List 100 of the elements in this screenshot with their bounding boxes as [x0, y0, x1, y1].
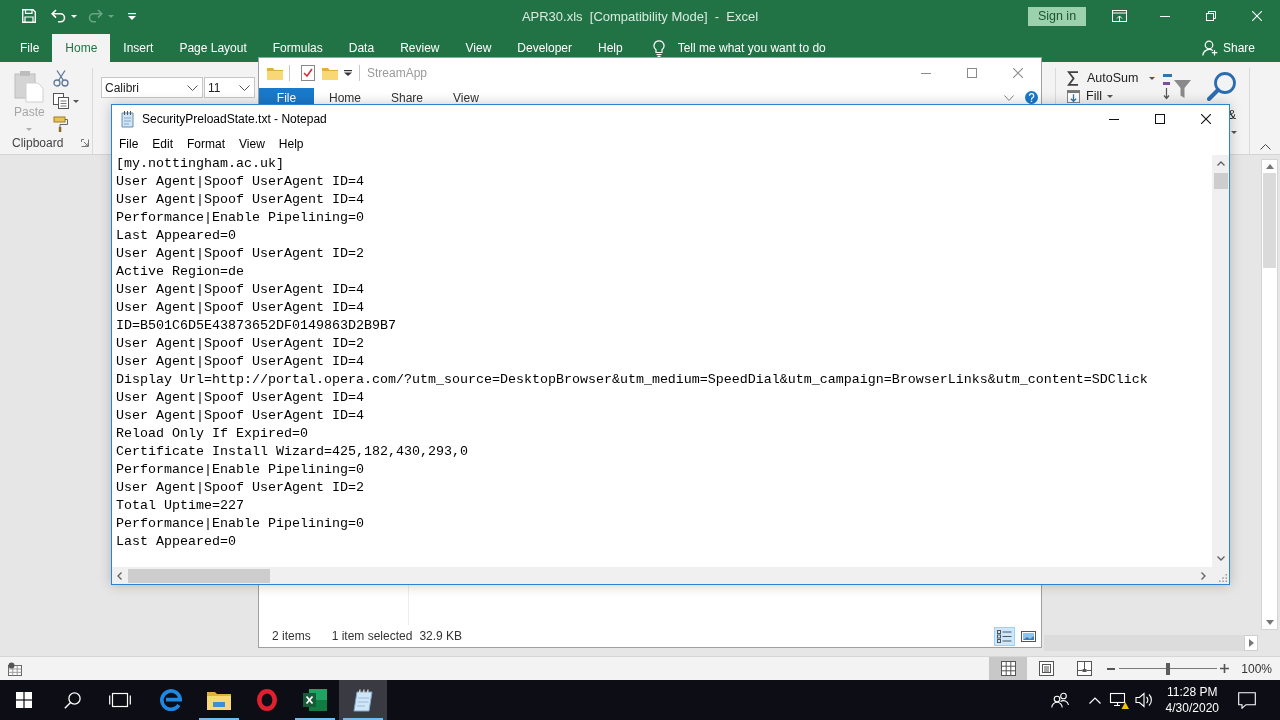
scrollbar-thumb[interactable] — [128, 568, 270, 583]
group-label: Clipboard — [12, 136, 64, 150]
font-size-field[interactable]: 11 — [204, 77, 255, 98]
fill-button[interactable]: Fill — [1067, 90, 1162, 103]
text-line: Performance|Enable Pipelining=0 — [116, 209, 364, 227]
menu-item[interactable]: Edit — [145, 137, 181, 151]
ribbon-tab[interactable]: Developer — [504, 39, 585, 57]
text-line: User Agent|Spoof UserAgent ID=4 — [116, 173, 364, 191]
resize-grip-icon[interactable] — [1219, 574, 1227, 582]
view-button[interactable] — [994, 626, 1015, 646]
text-line: User Agent|Spoof UserAgent ID=4 — [116, 191, 364, 209]
person-add-icon — [1201, 40, 1218, 56]
chevron-up-icon[interactable] — [1259, 144, 1271, 150]
copy-icon[interactable] — [52, 93, 69, 109]
clock-time[interactable]: 11:28 PM — [1167, 684, 1218, 700]
text-line: Performance|Enable Pipelining=0 — [116, 461, 364, 479]
scroll-left-icon[interactable] — [117, 571, 122, 580]
search-icon[interactable] — [63, 691, 81, 709]
scroll-down-icon[interactable] — [1216, 556, 1225, 561]
vertical-scrollbar[interactable] — [1261, 159, 1278, 630]
clock-date[interactable]: 4/30/2020 — [1165, 700, 1219, 716]
vertical-scrollbar[interactable] — [1212, 155, 1229, 567]
horizontal-scrollbar[interactable] — [112, 567, 1212, 584]
ribbon-tab[interactable]: View — [452, 39, 505, 57]
windows-logo-icon[interactable] — [16, 692, 32, 708]
caret-icon[interactable] — [72, 99, 79, 103]
view-button[interactable] — [989, 657, 1028, 680]
sheet-icon — [8, 661, 22, 676]
horizontal-scrollbar[interactable] — [1044, 635, 1258, 651]
people-icon[interactable] — [1050, 692, 1069, 708]
caret-icon[interactable] — [1231, 131, 1237, 134]
caret-icon — [26, 128, 33, 131]
text-line: Last Appeared=0 — [116, 533, 236, 551]
slider-thumb[interactable] — [1166, 662, 1171, 675]
scroll-right-icon[interactable] — [1201, 571, 1206, 580]
funnel-icon[interactable] — [1162, 73, 1192, 100]
dialog-launcher-icon[interactable] — [81, 139, 90, 147]
close-icon[interactable] — [1201, 114, 1211, 124]
volume-icon[interactable] — [1134, 692, 1153, 708]
scroll-up-icon[interactable] — [1216, 161, 1225, 166]
text-line: User Agent|Spoof UserAgent ID=4 — [116, 407, 364, 425]
scroll-up-icon[interactable] — [1265, 164, 1274, 169]
scrollbar-thumb[interactable] — [1213, 173, 1228, 189]
picture-icon — [1021, 630, 1036, 642]
ribbon-tab[interactable]: View — [438, 88, 494, 105]
menu-item[interactable]: Help — [271, 137, 311, 151]
text-line: Last Appeared=0 — [116, 227, 236, 245]
tell-me-search[interactable]: Tell me what you want to do — [652, 39, 826, 57]
caret-icon[interactable] — [71, 14, 77, 18]
task-view-icon[interactable] — [109, 692, 131, 708]
sigma-icon — [1067, 70, 1079, 86]
item-count: 2 items — [272, 629, 311, 643]
text-line: User Agent|Spoof UserAgent ID=4 — [116, 389, 364, 407]
paintbrush-icon[interactable] — [52, 116, 69, 132]
save-icon[interactable] — [22, 9, 36, 23]
scroll-down-icon[interactable] — [1265, 620, 1274, 625]
notepad-icon — [120, 110, 136, 128]
caret-icon[interactable] — [344, 70, 352, 76]
properties-icon[interactable] — [301, 65, 315, 81]
ribbon-tab[interactable]: Share — [376, 88, 439, 105]
minimize-icon[interactable] — [1109, 118, 1119, 120]
ribbon-display-icon[interactable] — [1111, 10, 1127, 22]
plus-icon[interactable] — [1220, 664, 1230, 673]
font-name-field[interactable]: Calibri — [101, 77, 203, 98]
spreadsheet-logo-icon — [303, 689, 327, 711]
customize-icon[interactable] — [128, 12, 136, 20]
scrollbar-thumb[interactable] — [1263, 173, 1276, 268]
folder-icon — [207, 690, 231, 710]
ribbon-tab[interactable]: Home — [52, 34, 111, 62]
ribbon-tab[interactable]: Help — [585, 39, 636, 57]
zoom-level[interactable]: 100% — [1241, 661, 1272, 676]
minus-icon[interactable] — [1107, 667, 1116, 670]
sign-in-button[interactable]: Sign in — [1028, 6, 1086, 26]
o-logo-icon — [257, 689, 277, 711]
ribbon-tab[interactable]: Data — [335, 39, 388, 57]
text-line: User Agent|Spoof UserAgent ID=4 — [116, 353, 364, 371]
ribbon-tab[interactable]: Home — [314, 88, 376, 105]
autosum-button[interactable]: AutoSum — [1067, 70, 1162, 86]
share-button[interactable]: Share — [1201, 39, 1255, 57]
scissors-icon[interactable] — [52, 69, 69, 87]
ribbon-tab[interactable]: Insert — [110, 39, 167, 57]
chevron-down-icon[interactable] — [1004, 94, 1014, 101]
scroll-right-button[interactable] — [1244, 635, 1258, 651]
notepad-icon — [351, 688, 375, 712]
ribbon-tab[interactable]: Page Layout — [166, 39, 260, 57]
menu-item[interactable]: File — [112, 137, 146, 151]
text-line: [my.nottingham.ac.uk] — [116, 155, 284, 173]
undo-icon[interactable] — [51, 9, 66, 23]
menu-item[interactable]: Format — [180, 137, 233, 151]
maximize-icon[interactable] — [1155, 114, 1165, 124]
details-list-icon — [997, 629, 1012, 643]
restore-icon[interactable] — [1206, 11, 1216, 21]
notification-icon[interactable] — [1238, 691, 1256, 709]
ribbon-tab[interactable]: Formulas — [259, 39, 336, 57]
menu-item[interactable]: View — [232, 137, 272, 151]
taskbar-button[interactable] — [339, 680, 387, 720]
network-warning-icon[interactable] — [1108, 691, 1129, 709]
ribbon-tab[interactable]: Review — [387, 39, 453, 57]
help-icon[interactable] — [1025, 91, 1038, 104]
ribbon-tab[interactable]: File — [7, 39, 53, 57]
